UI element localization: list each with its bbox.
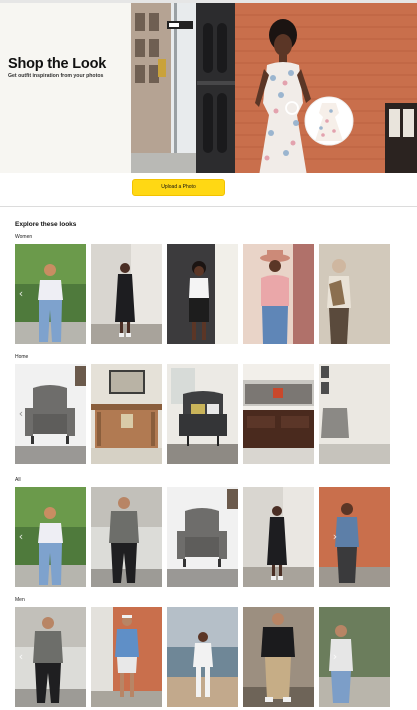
divider: [0, 206, 417, 207]
look-card[interactable]: [167, 607, 238, 707]
hero-title: Shop the Look: [8, 56, 107, 72]
look-card[interactable]: [243, 244, 314, 344]
carousel-women: [15, 244, 417, 344]
hero-subtitle: Get outfit inspiration from your photos: [8, 73, 104, 79]
look-card[interactable]: [243, 607, 314, 707]
look-card[interactable]: [167, 244, 238, 344]
explore-title: Explore these looks: [15, 221, 77, 228]
hero-image: [131, 3, 417, 173]
look-card[interactable]: [243, 364, 314, 464]
look-card[interactable]: [167, 487, 238, 587]
chevron-right-icon[interactable]: ›: [330, 651, 340, 663]
chevron-left-icon[interactable]: ‹: [16, 531, 26, 543]
look-card[interactable]: [91, 364, 162, 464]
carousel-men: [15, 607, 417, 707]
look-card[interactable]: [91, 487, 162, 587]
carousel-all: [15, 487, 417, 587]
hero-banner: Shop the Look Get outfit inspiration fro…: [0, 0, 417, 173]
chevron-left-icon[interactable]: ‹: [16, 408, 26, 420]
chevron-left-icon[interactable]: ‹: [16, 288, 26, 300]
section-label-men: Men: [15, 597, 25, 603]
look-card[interactable]: [91, 607, 162, 707]
look-card[interactable]: [91, 244, 162, 344]
look-card[interactable]: [319, 244, 390, 344]
look-card[interactable]: [319, 364, 390, 464]
section-label-women: Women: [15, 234, 33, 240]
carousel-home: [15, 364, 417, 464]
chevron-right-icon[interactable]: ›: [330, 531, 340, 543]
section-label-home: Home: [15, 354, 29, 360]
upload-photo-button[interactable]: Upload a Photo: [132, 179, 225, 196]
chevron-left-icon[interactable]: ‹: [16, 651, 26, 663]
look-card[interactable]: [243, 487, 314, 587]
look-card[interactable]: [167, 364, 238, 464]
section-label-all: All: [15, 477, 21, 483]
